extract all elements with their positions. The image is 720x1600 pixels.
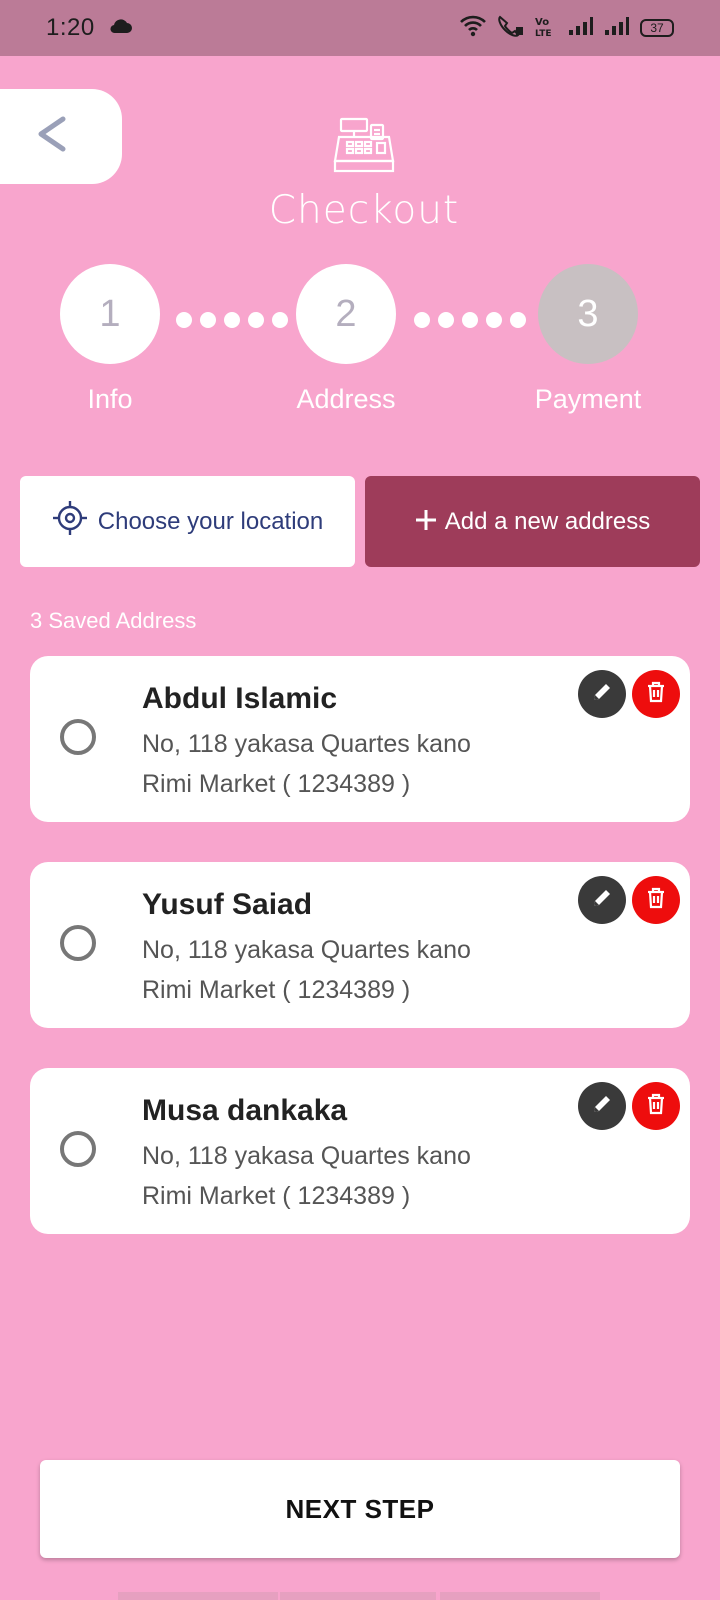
edit-address-button[interactable] — [578, 1082, 626, 1130]
pencil-icon — [591, 887, 613, 914]
delete-address-button[interactable] — [632, 876, 680, 924]
signal-icon — [568, 16, 594, 41]
step-dot — [272, 312, 288, 328]
step-2-label: Address — [296, 384, 396, 414]
address-name: Yusuf Saiad — [142, 888, 313, 921]
trash-icon — [646, 1093, 666, 1120]
step-connector-2 — [414, 312, 526, 328]
page-title: Checkout — [268, 188, 460, 233]
step-1-circle: 1 — [60, 264, 160, 364]
pencil-icon — [591, 1093, 613, 1120]
trash-icon — [646, 681, 666, 708]
delete-address-button[interactable] — [632, 1082, 680, 1130]
nav-handle-segment — [440, 1592, 600, 1600]
step-1-label: Info — [87, 384, 133, 414]
address-line-2: Rimi Market ( 1234389 ) — [142, 1182, 411, 1210]
svg-text:LTE: LTE — [535, 29, 552, 37]
choose-location-button[interactable]: Choose your location — [20, 476, 355, 567]
address-card[interactable]: Abdul Islamic No, 118 yakasa Quartes kan… — [30, 656, 690, 822]
address-line-1: No, 118 yakasa Quartes kano — [142, 936, 471, 964]
step-dot — [462, 312, 478, 328]
trash-icon — [646, 887, 666, 914]
step-dot — [510, 312, 526, 328]
address-card[interactable]: Yusuf Saiad No, 118 yakasa Quartes kano … — [30, 862, 690, 1028]
step-dot — [414, 312, 430, 328]
address-line-1: No, 118 yakasa Quartes kano — [142, 1142, 471, 1170]
cash-register-icon — [333, 115, 397, 173]
step-3-circle: 3 — [538, 264, 638, 364]
address-line-2: Rimi Market ( 1234389 ) — [142, 976, 411, 1004]
status-right: Vo LTE 37 — [460, 15, 674, 42]
address-radio[interactable] — [60, 719, 96, 755]
step-dot — [176, 312, 192, 328]
chevron-left-icon — [35, 114, 69, 159]
nav-handle-segment — [118, 1592, 278, 1600]
nav-handle-segment — [280, 1592, 436, 1600]
add-address-button[interactable]: Add a new address — [365, 476, 700, 567]
address-radio[interactable] — [60, 925, 96, 961]
battery-icon: 37 — [640, 19, 674, 37]
address-name: Musa dankaka — [142, 1094, 348, 1127]
address-line-1: No, 118 yakasa Quartes kano — [142, 730, 471, 758]
plus-icon — [415, 503, 437, 537]
cloud-icon — [109, 18, 133, 39]
step-dot — [224, 312, 240, 328]
step-3-label: Payment — [534, 384, 642, 414]
status-left: 1:20 — [46, 14, 133, 42]
svg-text:Vo: Vo — [535, 17, 549, 28]
step-dot — [248, 312, 264, 328]
edit-address-button[interactable] — [578, 670, 626, 718]
address-card[interactable]: Musa dankaka No, 118 yakasa Quartes kano… — [30, 1068, 690, 1234]
address-line-2: Rimi Market ( 1234389 ) — [142, 770, 411, 798]
status-bar: 1:20 Vo LTE 37 — [0, 0, 720, 56]
delete-address-button[interactable] — [632, 670, 680, 718]
choose-location-label: Choose your location — [97, 507, 324, 535]
step-connector-1 — [176, 312, 288, 328]
step-2-circle: 2 — [296, 264, 396, 364]
crosshair-icon — [52, 500, 88, 543]
add-address-label: Add a new address — [444, 507, 651, 535]
next-step-button[interactable]: NEXT STEP — [40, 1460, 680, 1558]
pencil-icon — [591, 681, 613, 708]
volte-icon: Vo LTE — [534, 15, 558, 42]
step-dot — [486, 312, 502, 328]
step-dot — [200, 312, 216, 328]
saved-address-count: 3 Saved Address — [30, 608, 197, 633]
step-dot — [438, 312, 454, 328]
wifi-icon — [460, 15, 486, 42]
address-radio[interactable] — [60, 1131, 96, 1167]
address-name: Abdul Islamic — [142, 682, 338, 715]
status-time: 1:20 — [46, 14, 95, 41]
wifi-calling-icon — [496, 15, 524, 42]
signal-icon-2 — [604, 16, 630, 41]
edit-address-button[interactable] — [578, 876, 626, 924]
back-button[interactable] — [0, 89, 122, 184]
